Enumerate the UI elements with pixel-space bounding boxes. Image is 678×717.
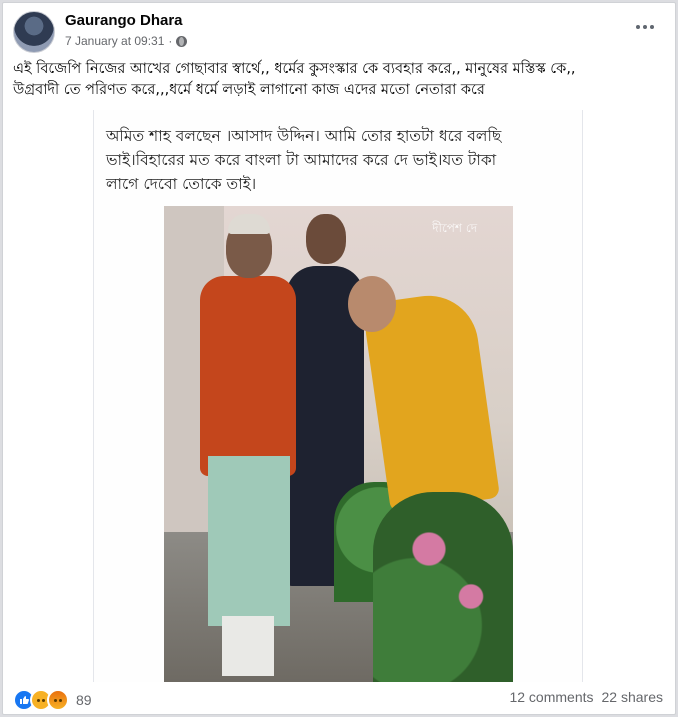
photo-person-orange-vest <box>200 276 296 476</box>
quote-line: ভাই।বিহারের মত করে বাংলা টা আমাদের করে দ… <box>106 151 497 169</box>
meta-separator: · <box>168 34 173 48</box>
photo-person-guard-head <box>306 214 346 264</box>
post-header: Gaurango Dhara 7 January at 09:31 · <box>13 11 665 57</box>
photo-person-bowing-head <box>348 276 396 332</box>
quote-line: অমিত শাহ বলছেন ।আসাদ উদ্দিন। আমি তোর হাত… <box>106 127 502 145</box>
post-card: Gaurango Dhara 7 January at 09:31 · এই ব… <box>2 2 676 715</box>
reaction-count: 89 <box>76 692 92 708</box>
more-dot <box>650 25 654 29</box>
reaction-summary[interactable]: 89 <box>13 689 92 711</box>
post-meta: 7 January at 09:31 · <box>65 34 188 48</box>
caption-line: এই বিজেপি নিজের আখের গোছাবার স্বার্থে,, … <box>13 61 576 77</box>
photo-person-kurta <box>208 456 290 626</box>
engagement-counts: 12 comments 22 shares <box>509 689 663 705</box>
more-dot <box>643 25 647 29</box>
caption-line: উগ্রবাদী তে পরিণত করে,,,ধর্মে ধর্মে লড়া… <box>13 82 485 98</box>
photo-person-legs <box>222 616 274 676</box>
quote-line: লাগে দেবো তোকে তাই। <box>106 175 257 193</box>
post-image[interactable]: অমিত শাহ বলছেন ।আসাদ উদ্দিন। আমি তোর হাত… <box>93 110 583 682</box>
more-options-icon[interactable] <box>631 17 659 37</box>
image-watermark: দীপেশ দে <box>432 221 477 235</box>
image-quote-text: অমিত শাহ বলছেন ।আসাদ উদ্দিন। আমি তোর হাত… <box>106 124 551 196</box>
post-footer: 89 12 comments 22 shares <box>13 687 665 711</box>
shares-count[interactable]: 22 shares <box>602 689 663 705</box>
angry-icon <box>47 689 69 711</box>
avatar[interactable] <box>13 11 55 53</box>
photo-person-cap <box>228 214 270 234</box>
photo-scene <box>164 206 513 682</box>
timestamp[interactable]: 7 January at 09:31 <box>65 34 164 48</box>
post-caption: এই বিজেপি নিজের আখের গোছাবার স্বার্থে,, … <box>13 59 663 101</box>
embedded-photo: দীপেশ দে <box>164 206 513 682</box>
author-name[interactable]: Gaurango Dhara <box>65 12 183 29</box>
more-dot <box>636 25 640 29</box>
globe-icon <box>176 35 188 47</box>
photo-flowering-plant <box>373 492 513 682</box>
comments-count[interactable]: 12 comments <box>509 689 593 705</box>
